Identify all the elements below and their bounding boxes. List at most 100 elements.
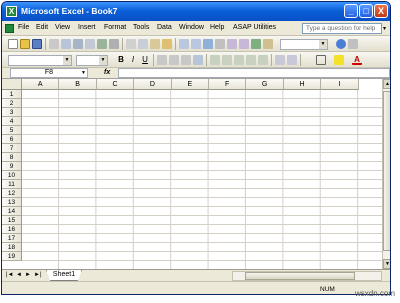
copy-icon[interactable] — [138, 39, 148, 49]
row-header[interactable]: 7 — [2, 144, 22, 153]
row-header[interactable]: 1 — [2, 90, 22, 99]
column-header[interactable]: A — [22, 79, 60, 90]
font-name-select[interactable]: ▼ — [8, 55, 72, 66]
row-header[interactable]: 12 — [2, 189, 22, 198]
column-header[interactable]: F — [209, 79, 247, 90]
insert-function-icon[interactable]: fx — [104, 69, 110, 76]
format-painter-icon[interactable] — [162, 39, 172, 49]
sheet-tab-sheet1[interactable]: Sheet1 — [46, 270, 82, 281]
vertical-scroll-thumb[interactable] — [383, 91, 390, 251]
menu-help[interactable]: Help — [210, 24, 224, 31]
save-icon[interactable] — [32, 39, 42, 49]
percent-icon[interactable] — [222, 55, 232, 65]
next-sheet-icon[interactable]: ► — [25, 272, 31, 278]
row-header[interactable]: 9 — [2, 162, 22, 171]
autosum-icon[interactable] — [215, 39, 225, 49]
print-preview-icon[interactable] — [85, 39, 95, 49]
row-header[interactable]: 11 — [2, 180, 22, 189]
horizontal-scrollbar[interactable] — [232, 271, 382, 281]
column-header[interactable]: D — [134, 79, 172, 90]
underline-icon[interactable]: U — [140, 55, 150, 65]
cell-area[interactable] — [22, 90, 382, 269]
italic-icon[interactable]: I — [128, 55, 138, 65]
row-header[interactable]: 5 — [2, 126, 22, 135]
menu-file[interactable]: File — [18, 24, 29, 31]
row-header[interactable]: 4 — [2, 117, 22, 126]
chart-wizard-icon[interactable] — [251, 39, 261, 49]
column-header[interactable]: B — [59, 79, 97, 90]
comma-style-icon[interactable] — [234, 55, 244, 65]
email-icon[interactable] — [61, 39, 71, 49]
increase-decimal-icon[interactable] — [246, 55, 256, 65]
spelling-icon[interactable] — [97, 39, 107, 49]
close-button[interactable]: X — [374, 4, 388, 18]
select-all-corner[interactable] — [2, 79, 22, 90]
menu-tools[interactable]: Tools — [133, 24, 149, 31]
decrease-indent-icon[interactable] — [275, 55, 285, 65]
decrease-decimal-icon[interactable] — [258, 55, 268, 65]
menu-edit[interactable]: Edit — [36, 24, 48, 31]
undo-icon[interactable] — [179, 39, 189, 49]
row-header[interactable]: 17 — [2, 234, 22, 243]
new-icon[interactable] — [8, 39, 18, 49]
row-header[interactable]: 19 — [2, 252, 22, 261]
menu-view[interactable]: View — [55, 24, 70, 31]
name-box[interactable]: F8 ▼ — [10, 68, 88, 78]
maximize-button[interactable]: □ — [359, 4, 373, 18]
workbook-icon[interactable] — [5, 24, 14, 33]
cut-icon[interactable] — [126, 39, 136, 49]
menu-format[interactable]: Format — [104, 24, 126, 31]
open-icon[interactable] — [20, 39, 30, 49]
row-header[interactable]: 15 — [2, 216, 22, 225]
row-header[interactable]: 18 — [2, 243, 22, 252]
menu-insert[interactable]: Insert — [78, 24, 96, 31]
horizontal-scroll-thumb[interactable] — [245, 272, 355, 280]
help-icon[interactable] — [336, 39, 346, 49]
column-header[interactable]: I — [321, 79, 359, 90]
sort-ascending-icon[interactable] — [227, 39, 237, 49]
excel-app-icon[interactable]: X — [6, 6, 17, 17]
last-sheet-icon[interactable]: ►| — [34, 272, 42, 278]
column-header[interactable]: G — [246, 79, 284, 90]
font-color-icon[interactable]: A — [352, 55, 362, 65]
bold-icon[interactable]: B — [116, 55, 126, 65]
menu-window[interactable]: Window — [179, 24, 204, 31]
increase-indent-icon[interactable] — [287, 55, 297, 65]
menu-asap-utilities[interactable]: ASAP Utilities — [233, 24, 276, 31]
align-center-icon[interactable] — [169, 55, 179, 65]
row-header[interactable]: 16 — [2, 225, 22, 234]
row-header[interactable]: 10 — [2, 171, 22, 180]
font-size-select[interactable]: ▼ — [76, 55, 108, 66]
row-header[interactable]: 3 — [2, 108, 22, 117]
hyperlink-icon[interactable] — [203, 39, 213, 49]
row-header[interactable]: 13 — [2, 198, 22, 207]
column-header[interactable]: H — [283, 79, 322, 90]
help-question-input[interactable]: Type a question for help — [302, 23, 382, 34]
row-header[interactable]: 14 — [2, 207, 22, 216]
borders-icon[interactable] — [316, 55, 326, 65]
column-header[interactable]: C — [96, 79, 135, 90]
print-icon[interactable] — [73, 39, 83, 49]
sort-descending-icon[interactable] — [239, 39, 249, 49]
align-right-icon[interactable] — [181, 55, 191, 65]
research-icon[interactable] — [109, 39, 119, 49]
row-header[interactable]: 2 — [2, 99, 22, 108]
vertical-scrollbar[interactable]: ▲ ▼ — [382, 79, 390, 269]
redo-icon[interactable] — [191, 39, 201, 49]
help-dropdown-icon[interactable]: ▾ — [383, 25, 386, 32]
toolbar-options-icon[interactable] — [348, 39, 358, 49]
scroll-up-icon[interactable]: ▲ — [383, 79, 390, 89]
zoom-select[interactable]: ▼ — [280, 39, 328, 50]
currency-icon[interactable] — [210, 55, 220, 65]
paste-icon[interactable] — [150, 39, 160, 49]
previous-sheet-icon[interactable]: ◄ — [16, 272, 22, 278]
align-left-icon[interactable] — [157, 55, 167, 65]
chevron-down-icon[interactable]: ▼ — [81, 69, 86, 77]
column-header[interactable]: E — [171, 79, 209, 90]
title-bar[interactable]: X Microsoft Excel - Book7 _ □ X — [2, 2, 390, 21]
first-sheet-icon[interactable]: |◄ — [6, 272, 14, 278]
minimize-button[interactable]: _ — [344, 4, 358, 18]
fill-color-icon[interactable] — [334, 55, 344, 65]
row-header[interactable]: 8 — [2, 153, 22, 162]
scroll-down-icon[interactable]: ▼ — [383, 259, 390, 269]
